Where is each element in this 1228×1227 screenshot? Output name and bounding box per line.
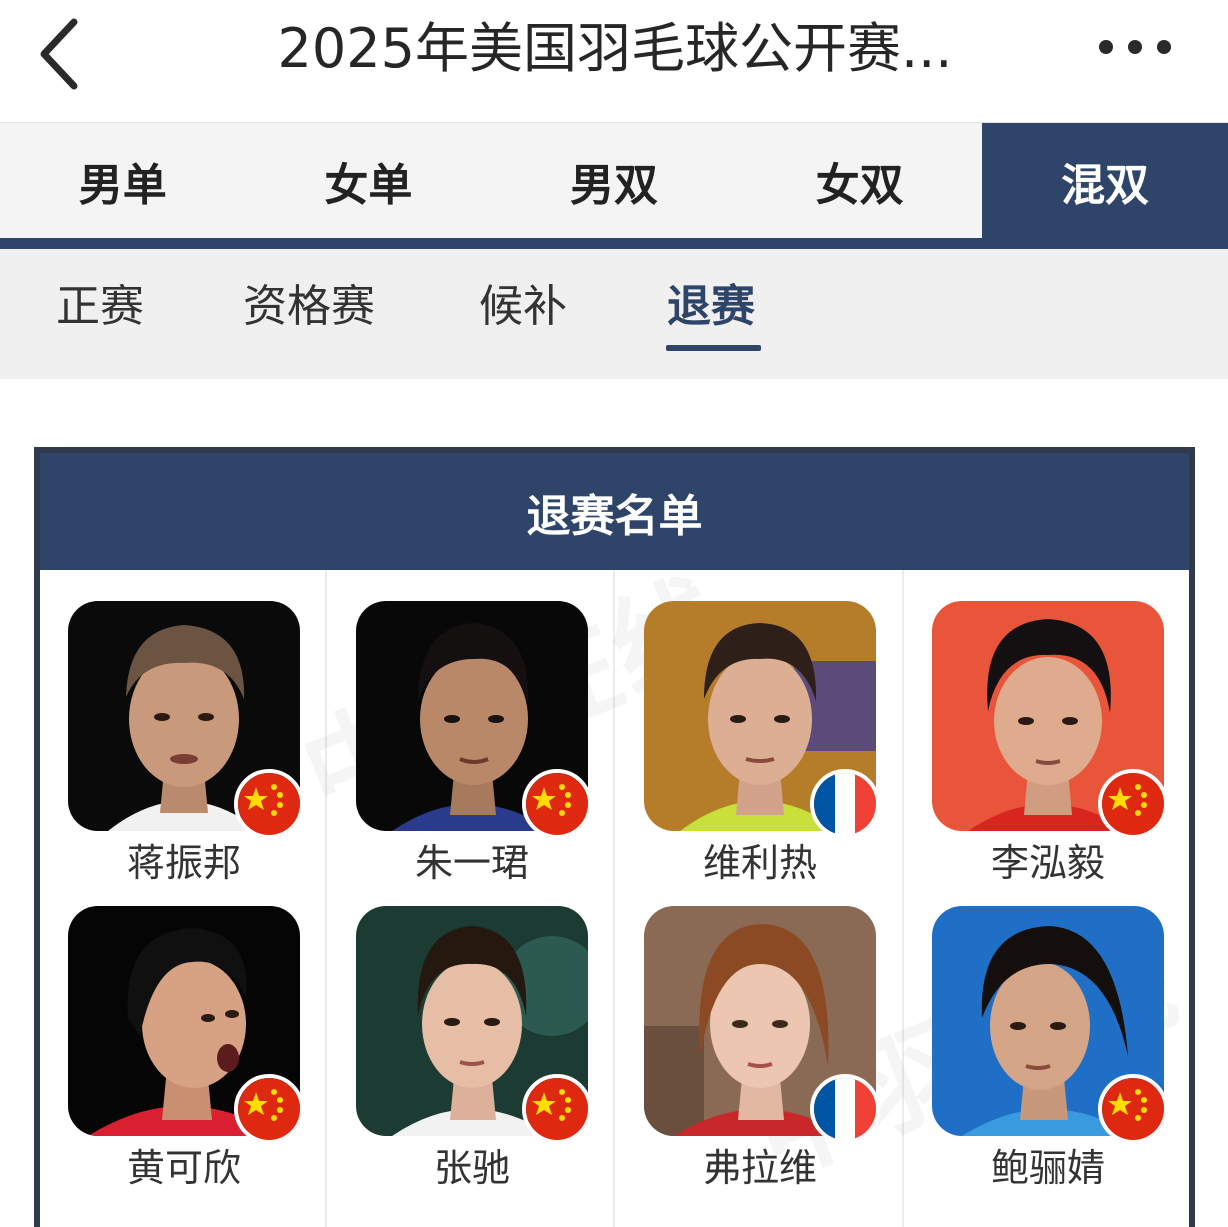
player-name: 朱一珺 [414, 841, 529, 885]
player-card[interactable]: 维利热 [644, 601, 880, 901]
tab-mens-doubles[interactable]: 男双 [491, 123, 737, 239]
china-flag-icon [522, 769, 592, 839]
player-name: 张驰 [433, 1146, 510, 1190]
grid-divider [902, 570, 904, 1227]
player-name: 鲍骊婧 [990, 1146, 1105, 1190]
withdrawal-card: 退赛名单 中羽在线 中羽在线 [34, 447, 1195, 1227]
top-bar: 2025年美国羽毛球公开赛... [0, 0, 1228, 122]
china-flag-icon [522, 1074, 592, 1144]
grid-divider [325, 570, 327, 1227]
tab-womens-singles[interactable]: 女单 [246, 123, 492, 239]
china-flag-icon [234, 1074, 304, 1144]
event-tabs-divider [0, 238, 1228, 249]
china-flag-icon [1098, 769, 1168, 839]
subtab-withdrawals[interactable]: 退赛 [667, 277, 755, 337]
more-dots-icon [1099, 40, 1171, 54]
page-title: 2025年美国羽毛球公开赛... [277, 17, 953, 80]
player-name: 蒋振邦 [126, 841, 241, 885]
player-name: 维利热 [702, 841, 817, 885]
event-tabs: 男单 女单 男双 女双 混双 [0, 122, 1228, 239]
player-name: 李泓毅 [990, 841, 1105, 885]
player-name: 弗拉维 [702, 1146, 817, 1190]
china-flag-icon [1098, 1074, 1168, 1144]
tab-mens-singles[interactable]: 男单 [0, 123, 246, 239]
active-subtab-indicator [666, 345, 761, 351]
tab-womens-doubles[interactable]: 女双 [737, 123, 983, 239]
subtab-reserves[interactable]: 候补 [479, 277, 567, 337]
tab-mixed-doubles[interactable]: 混双 [982, 123, 1228, 239]
player-grid: 中羽在线 中羽在线 [40, 558, 1189, 1227]
player-card[interactable]: 李泓毅 [932, 601, 1168, 901]
subtab-main-draw[interactable]: 正赛 [56, 277, 144, 337]
sub-tabs: 正赛 资格赛 候补 退赛 [0, 249, 1228, 379]
subtab-qualification[interactable]: 资格赛 [243, 277, 375, 337]
chevron-left-icon [40, 18, 78, 90]
back-button[interactable] [30, 10, 100, 90]
player-card[interactable]: 弗拉维 [644, 906, 880, 1206]
player-card[interactable]: 张驰 [356, 906, 592, 1206]
france-flag-icon [810, 1074, 880, 1144]
more-button[interactable] [1092, 30, 1178, 64]
card-title: 退赛名单 [40, 453, 1189, 570]
france-flag-icon [810, 769, 880, 839]
player-card[interactable]: 鲍骊婧 [932, 906, 1168, 1206]
player-card[interactable]: 黄可欣 [68, 906, 304, 1206]
grid-divider [613, 570, 615, 1227]
player-card[interactable]: 蒋振邦 [68, 601, 304, 901]
player-card[interactable]: 朱一珺 [356, 601, 592, 901]
china-flag-icon [234, 769, 304, 839]
player-name: 黄可欣 [126, 1146, 241, 1190]
